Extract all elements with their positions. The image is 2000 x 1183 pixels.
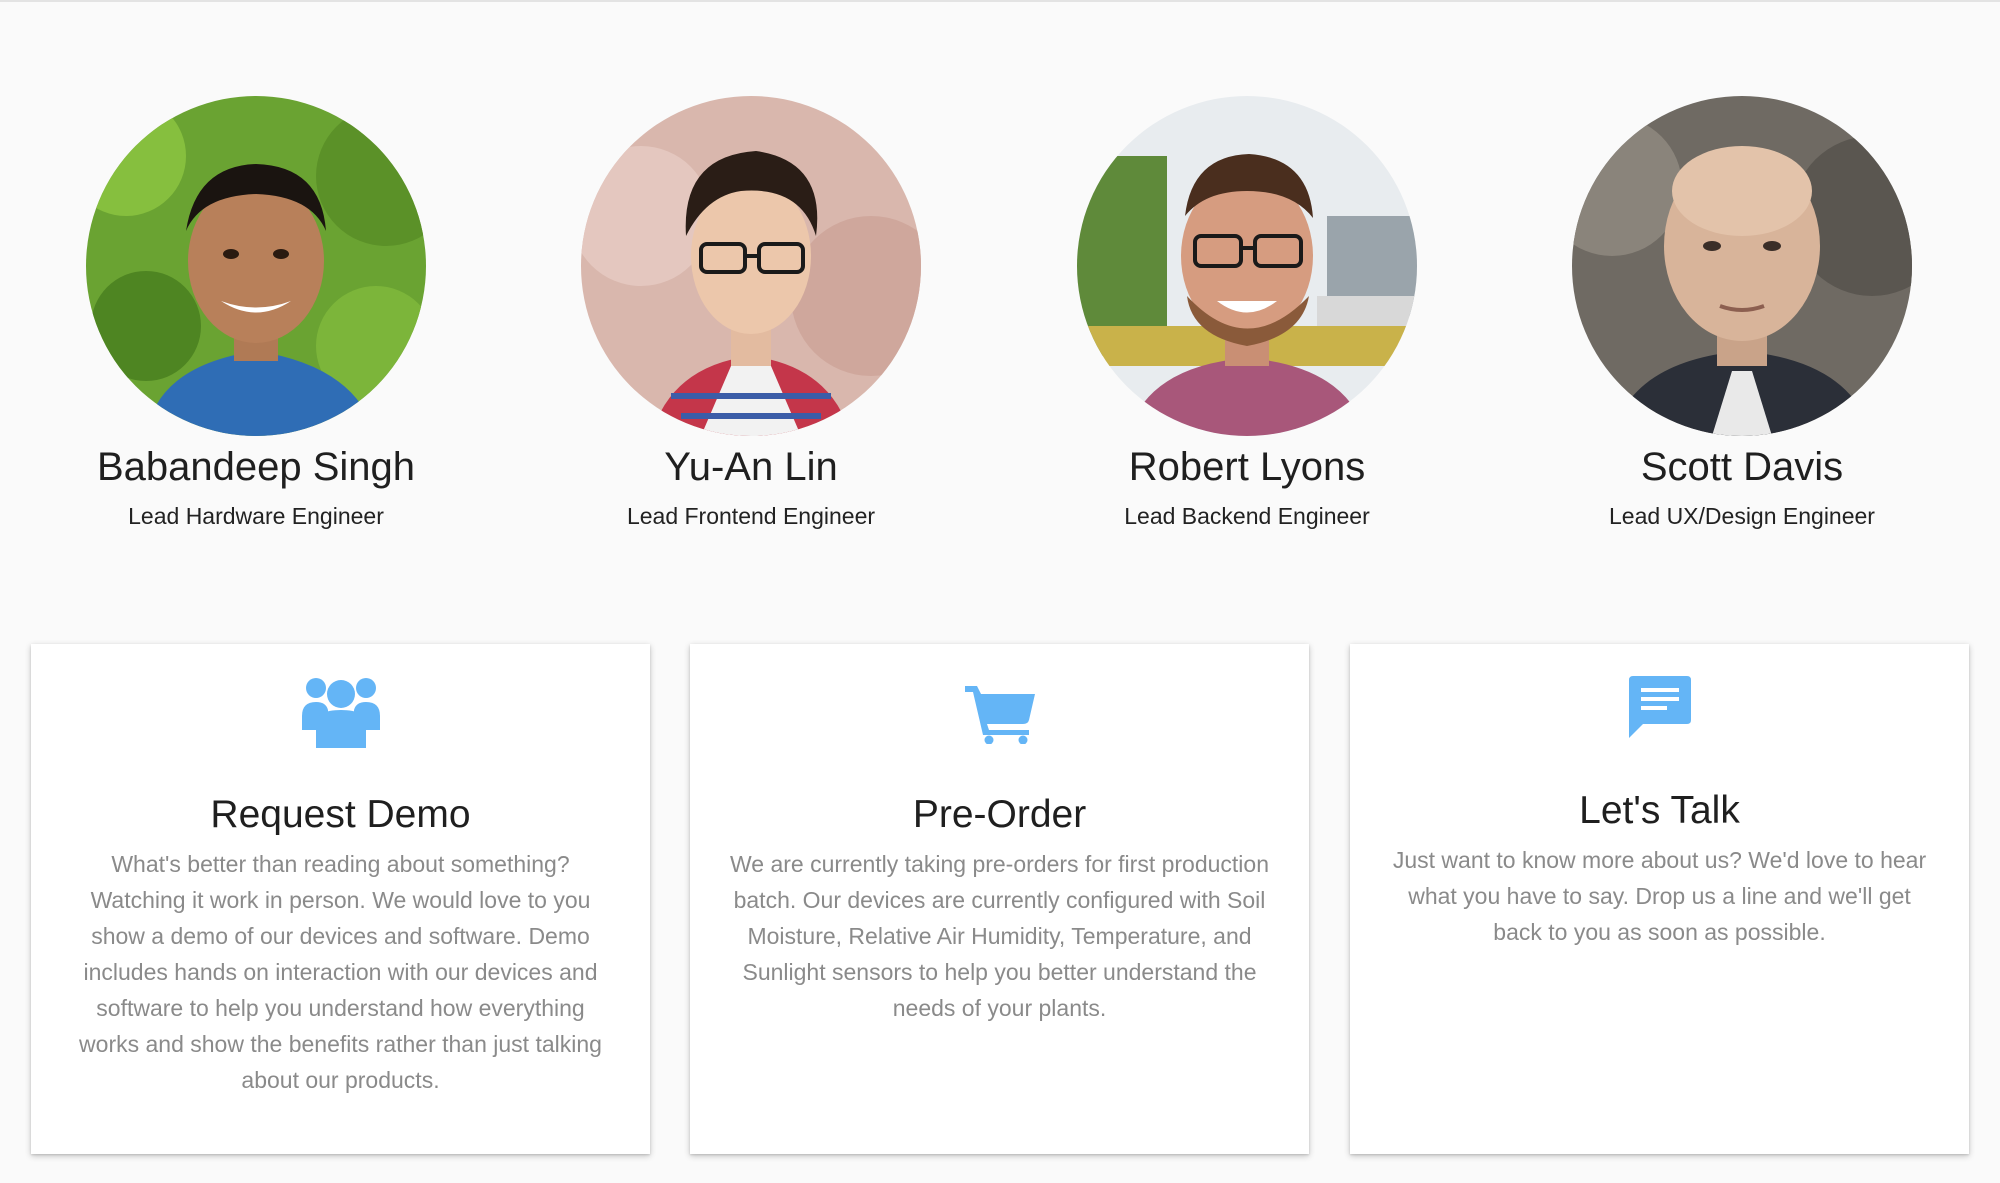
avatar-photo-babandeep	[86, 96, 426, 436]
team-member-robert-lyons: Robert Lyons Lead Backend Engineer	[999, 96, 1495, 532]
team-member-yu-an-lin: Yu-An Lin Lead Frontend Engineer	[503, 96, 999, 532]
lets-talk-card[interactable]: Let's Talk Just want to know more about …	[1350, 644, 1969, 1154]
avatar-photo-robert	[1077, 96, 1417, 436]
member-role: Lead Frontend Engineer	[626, 503, 876, 529]
avatar-photo-scott	[1572, 96, 1912, 436]
member-name: Babandeep Singh	[96, 445, 416, 489]
card-title: Request Demo	[210, 793, 471, 836]
card-description: What's better than reading about somethi…	[79, 851, 602, 1093]
avatar	[1077, 96, 1417, 436]
chat-message-icon	[1628, 676, 1691, 743]
member-name: Robert Lyons	[1128, 445, 1366, 489]
avatar	[1572, 96, 1912, 436]
group-icon	[301, 674, 380, 753]
team-section: Babandeep Singh Lead Hardware Engineer Y…	[0, 0, 2000, 600]
card-description: Just want to know more about us? We'd lo…	[1392, 847, 1927, 945]
member-name: Yu-An Lin	[664, 445, 838, 489]
avatar-photo-yu-an	[581, 96, 921, 436]
card-title: Let's Talk	[1579, 789, 1740, 832]
shopping-cart-icon	[964, 684, 1035, 749]
avatar	[86, 96, 426, 436]
member-role: Lead UX/Design Engineer	[1609, 503, 1875, 529]
pre-order-card[interactable]: Pre-Order We are currently taking pre-or…	[690, 644, 1309, 1154]
card-title: Pre-Order	[912, 793, 1087, 836]
member-role: Lead Backend Engineer	[1124, 503, 1370, 529]
avatar	[581, 96, 921, 436]
request-demo-card[interactable]: Request Demo What's better than reading …	[31, 644, 650, 1154]
team-member-scott-davis: Scott Davis Lead UX/Design Engineer	[1494, 96, 1990, 532]
member-name: Scott Davis	[1640, 445, 1844, 489]
member-role: Lead Hardware Engineer	[128, 503, 384, 529]
team-member-babandeep-singh: Babandeep Singh Lead Hardware Engineer	[8, 96, 504, 532]
card-description: We are currently taking pre-orders for f…	[729, 851, 1270, 1021]
